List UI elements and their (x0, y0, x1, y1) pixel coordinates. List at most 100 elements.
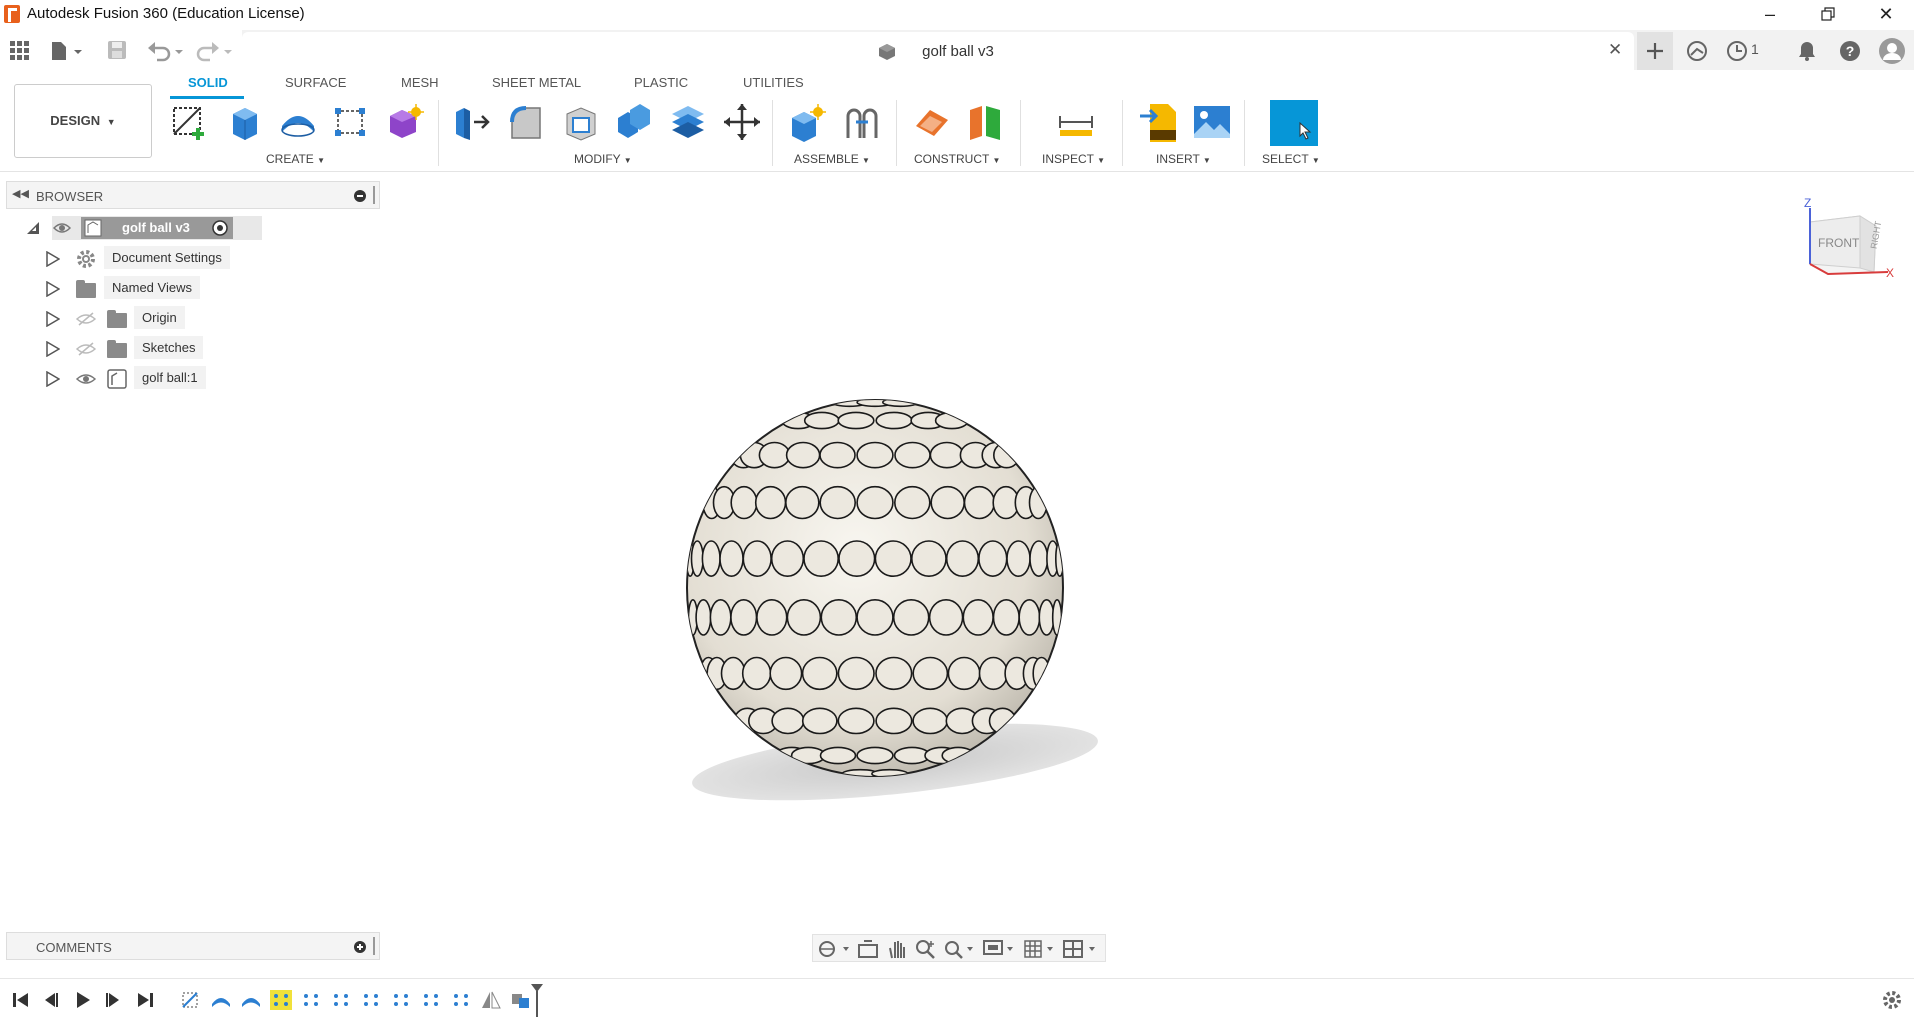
timeline-mirror-icon[interactable] (480, 990, 502, 1010)
new-component-icon[interactable] (788, 102, 828, 142)
browser-item-sketches[interactable]: Sketches (46, 336, 246, 362)
orbit-icon[interactable] (817, 939, 853, 959)
expand-triangle-icon[interactable] (46, 371, 60, 387)
tab-sheet-metal[interactable]: SHEET METAL (492, 75, 581, 90)
timeline-pattern-icon-active[interactable] (270, 990, 292, 1010)
extrude-icon[interactable] (225, 102, 265, 142)
timeline-pattern-icon[interactable] (390, 990, 412, 1010)
timeline-combine-icon[interactable] (510, 990, 532, 1010)
timeline-revolve-icon[interactable] (210, 990, 232, 1010)
revolve-icon[interactable] (278, 102, 318, 142)
notifications-bell-icon[interactable] (1797, 40, 1817, 62)
offset-face-icon[interactable] (668, 102, 708, 142)
shell-icon[interactable] (561, 102, 601, 142)
browser-item-origin[interactable]: Origin (46, 306, 246, 332)
timeline-settings-gear-icon[interactable] (1882, 990, 1902, 1010)
zoom-icon[interactable] (915, 939, 937, 959)
timeline-revolve-icon[interactable] (240, 990, 262, 1010)
group-construct[interactable]: CONSTRUCT ▼ (914, 152, 1000, 166)
group-select[interactable]: SELECT ▼ (1262, 152, 1320, 166)
add-comment-icon[interactable] (354, 941, 366, 953)
insert-svg-icon[interactable] (1138, 102, 1178, 142)
group-create[interactable]: CREATE ▼ (266, 152, 325, 166)
fit-view-icon[interactable] (943, 939, 977, 959)
group-modify[interactable]: MODIFY ▼ (574, 152, 632, 166)
3d-viewport[interactable]: Z X FRONT RIGHT (380, 172, 1914, 972)
combine-icon[interactable] (614, 102, 654, 142)
offset-plane-icon[interactable] (912, 102, 952, 142)
timeline-pattern-icon[interactable] (330, 990, 352, 1010)
press-pull-icon[interactable] (452, 102, 492, 142)
save-icon[interactable] (107, 40, 127, 60)
file-menu-icon[interactable] (50, 40, 86, 62)
browser-item-named-views[interactable]: Named Views (46, 276, 246, 302)
pan-hand-icon[interactable] (887, 938, 907, 960)
activate-radio-icon[interactable] (212, 220, 228, 236)
close-tab-icon[interactable]: ✕ (1608, 40, 1622, 60)
step-back-icon[interactable] (42, 991, 60, 1009)
tab-mesh[interactable]: MESH (401, 75, 439, 90)
insert-canvas-icon[interactable] (1192, 102, 1232, 142)
browser-item-body[interactable]: golf ball:1 (46, 366, 246, 392)
joint-icon[interactable] (842, 102, 882, 142)
collapse-panel-icon[interactable]: ◀◀ (12, 187, 29, 200)
create-sketch-icon[interactable] (170, 102, 210, 142)
document-tab[interactable]: golf ball v3 ✕ (242, 32, 1634, 70)
viewports-icon[interactable] (1063, 939, 1099, 959)
timeline-pattern-icon[interactable] (300, 990, 322, 1010)
view-cube-front-face[interactable]: FRONT (1818, 236, 1859, 250)
select-tool-button[interactable] (1270, 100, 1318, 146)
expanded-triangle-icon[interactable] (26, 221, 40, 235)
plane-at-angle-icon[interactable] (966, 102, 1006, 142)
visibility-eye-icon[interactable] (53, 221, 71, 235)
expand-triangle-icon[interactable] (46, 341, 60, 357)
expand-triangle-icon[interactable] (46, 311, 60, 327)
go-to-end-icon[interactable] (136, 991, 154, 1009)
tab-plastic[interactable]: PLASTIC (634, 75, 688, 90)
tab-surface[interactable]: SURFACE (285, 75, 346, 90)
sketch-pattern-icon[interactable] (331, 102, 371, 142)
app-grid-icon[interactable] (10, 41, 30, 61)
minimize-button[interactable]: – (1742, 0, 1798, 28)
group-assemble[interactable]: ASSEMBLE ▼ (794, 152, 870, 166)
measure-icon[interactable] (1056, 102, 1096, 142)
group-inspect[interactable]: INSPECT ▼ (1042, 152, 1105, 166)
panel-resize-handle[interactable] (373, 937, 375, 955)
create-form-icon[interactable] (384, 102, 424, 142)
expand-triangle-icon[interactable] (46, 251, 60, 267)
hidden-eye-icon[interactable] (76, 342, 96, 356)
timeline-pattern-icon[interactable] (420, 990, 442, 1010)
hidden-eye-icon[interactable] (76, 312, 96, 326)
visibility-eye-icon[interactable] (76, 372, 96, 386)
fillet-icon[interactable] (506, 102, 546, 142)
new-tab-button[interactable] (1637, 32, 1673, 70)
tab-solid[interactable]: SOLID (188, 75, 228, 90)
step-forward-icon[interactable] (104, 991, 122, 1009)
play-icon[interactable] (74, 991, 92, 1009)
golf-ball-model[interactable] (380, 172, 1914, 972)
workspace-switcher[interactable]: DESIGN ▼ (14, 84, 152, 158)
display-settings-icon[interactable] (983, 939, 1017, 959)
timeline-sketch-icon[interactable] (180, 990, 202, 1010)
browser-item-document-settings[interactable]: Document Settings (46, 246, 246, 272)
move-copy-icon[interactable] (722, 102, 762, 142)
restore-button[interactable] (1800, 0, 1856, 28)
grid-snaps-icon[interactable] (1023, 939, 1057, 959)
group-insert[interactable]: INSERT ▼ (1156, 152, 1211, 166)
view-cube[interactable]: Z X FRONT RIGHT (1798, 196, 1898, 282)
undo-icon[interactable] (147, 40, 187, 62)
close-window-button[interactable]: ✕ (1858, 0, 1914, 28)
timeline-pattern-icon[interactable] (450, 990, 472, 1010)
browser-root-node[interactable]: golf ball v3 (24, 216, 264, 242)
look-at-icon[interactable] (857, 939, 879, 959)
redo-icon[interactable] (196, 40, 236, 62)
online-status-icon[interactable] (1686, 40, 1708, 62)
tab-utilities[interactable]: UTILITIES (743, 75, 804, 90)
panel-resize-handle[interactable] (373, 186, 375, 204)
timeline-marker-handle[interactable] (530, 983, 544, 1017)
help-icon[interactable]: ? (1839, 40, 1861, 62)
user-avatar-icon[interactable] (1878, 37, 1906, 65)
minus-icon[interactable] (354, 190, 366, 202)
job-status-icon[interactable] (1726, 40, 1748, 62)
expand-triangle-icon[interactable] (46, 281, 60, 297)
